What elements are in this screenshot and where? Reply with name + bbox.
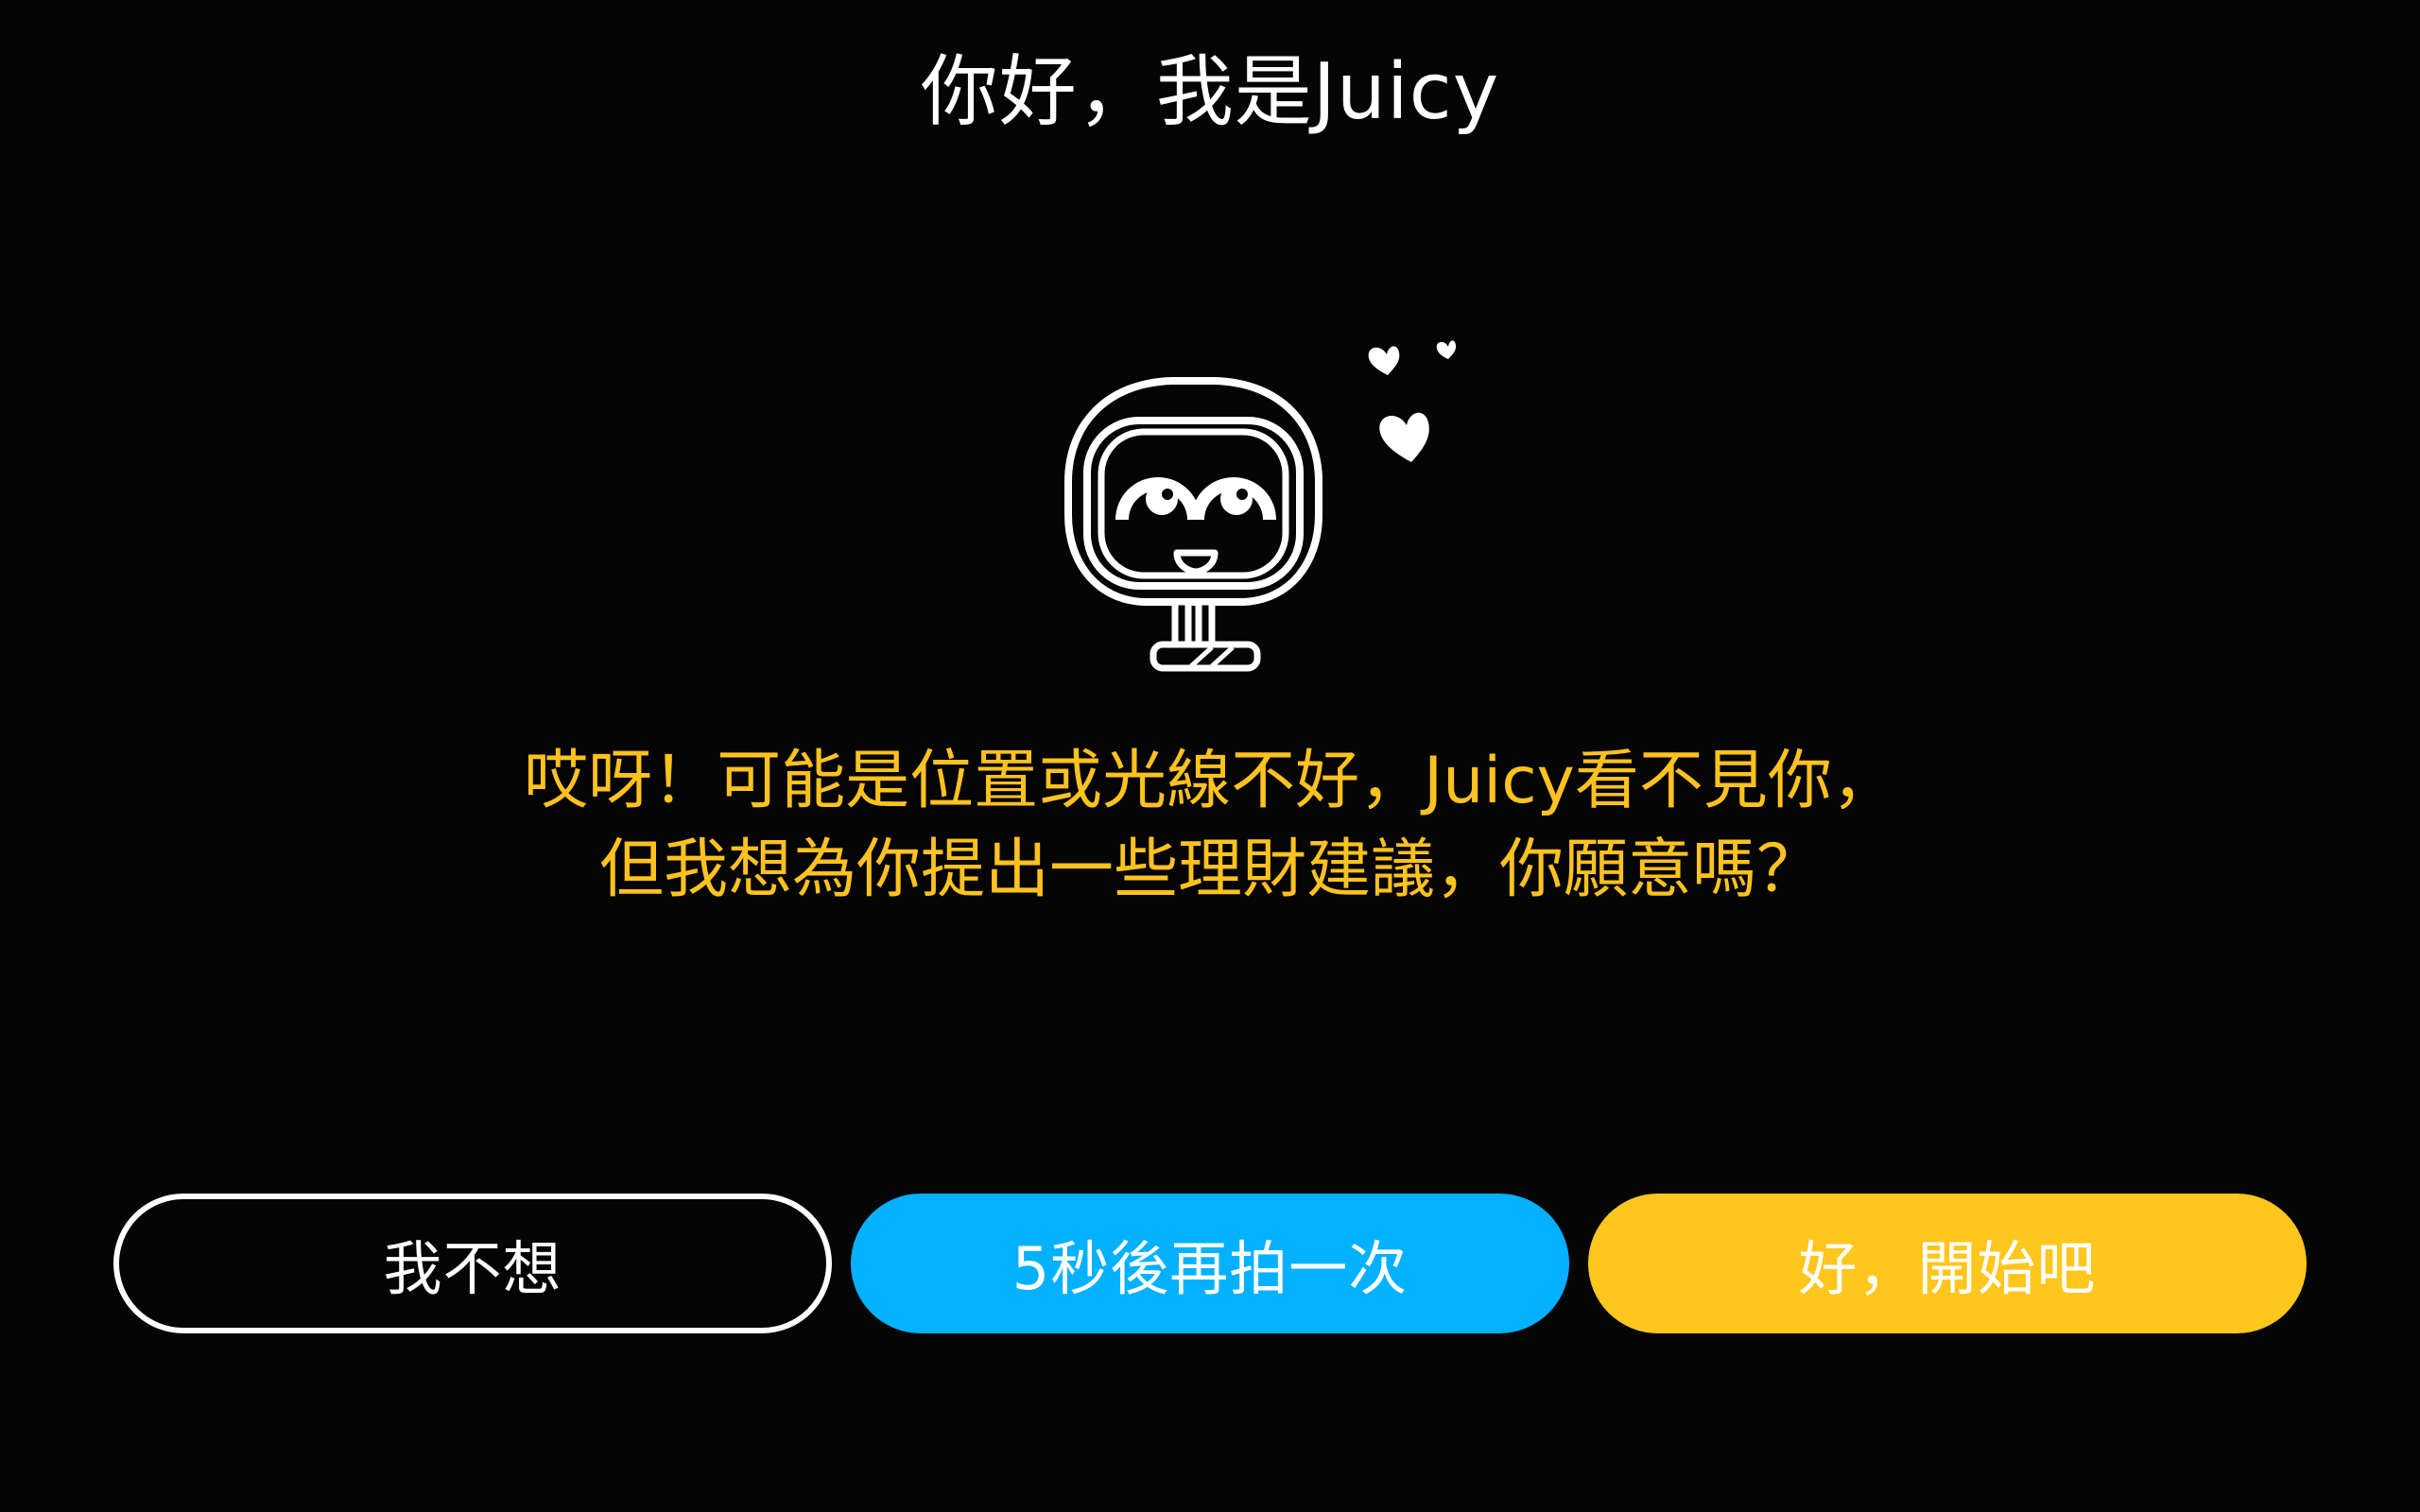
heart-icon: [1368, 340, 1457, 462]
page-title: 你好，我是Juicy: [920, 47, 1500, 137]
message-line-1: 哎呀！可能是位置或光線不好，Juicy看不見你，: [524, 744, 1896, 818]
screen: 你好，我是Juicy 哎呀！可能是位置或光線不好，Juicy看不見你， 但我想為…: [0, 0, 2420, 1512]
decline-button[interactable]: 我不想: [113, 1194, 832, 1333]
start-button[interactable]: 好，開始吧: [1588, 1194, 2307, 1333]
message-line-2: 但我想為你提出一些理財建議，你願意嗎？: [598, 833, 1821, 907]
status-message: 哎呀！可能是位置或光線不好，Juicy看不見你， 但我想為你提出一些理財建議，你…: [0, 737, 2420, 915]
retry-photo-button[interactable]: 5秒後再拍一次: [851, 1194, 1569, 1333]
juicy-robot-icon: [1064, 340, 1457, 672]
